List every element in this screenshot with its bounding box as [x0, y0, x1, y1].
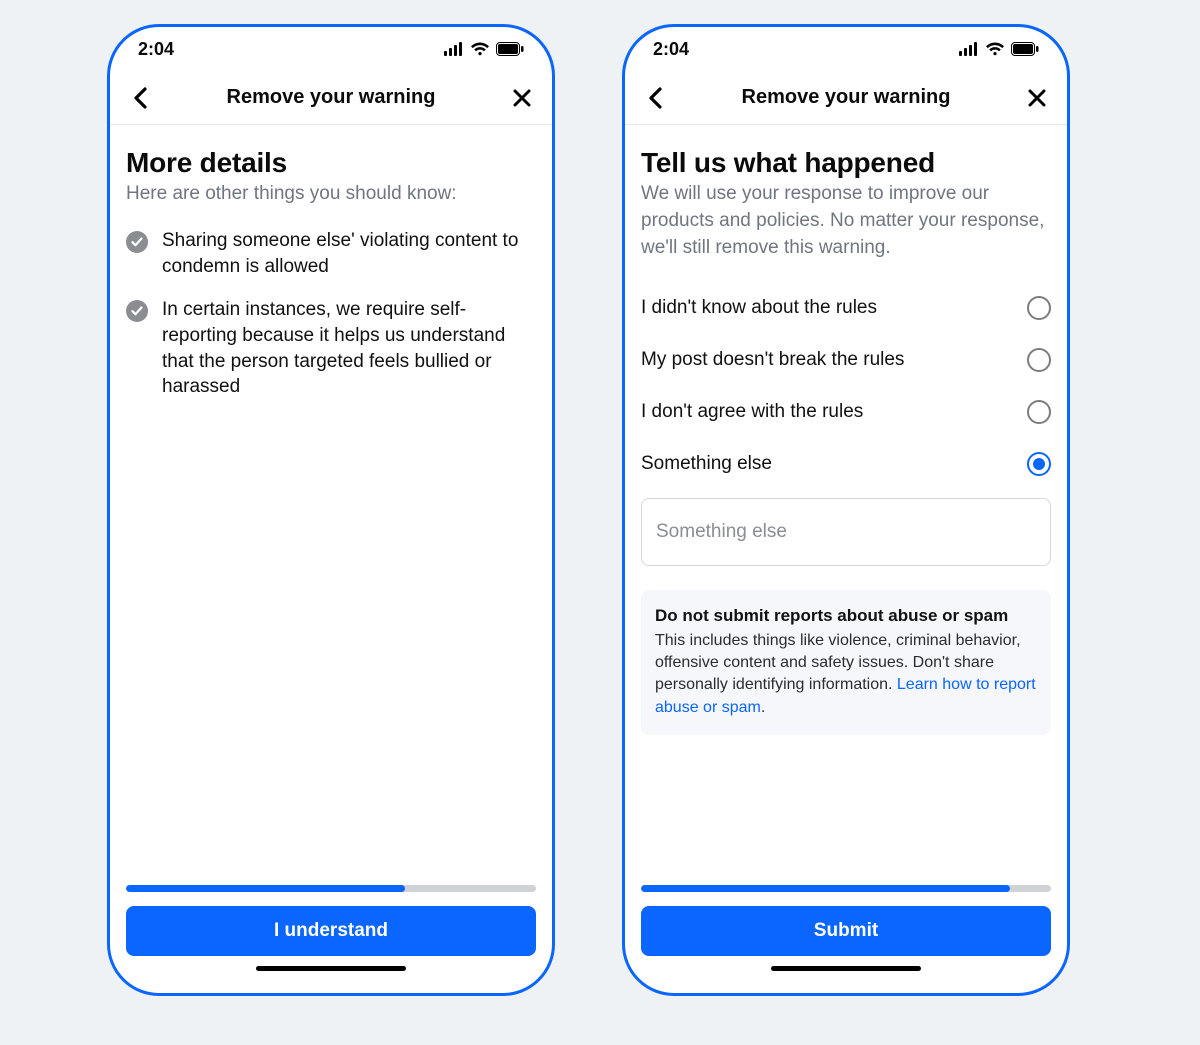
reason-option-label: I don't agree with the rules [641, 401, 863, 423]
wifi-icon [470, 42, 490, 56]
reason-option-label: My post doesn't break the rules [641, 349, 904, 371]
page-subtitle: We will use your response to improve our… [641, 181, 1051, 262]
detail-item: Sharing someone else' violating content … [126, 228, 536, 279]
footer: Submit [625, 885, 1067, 993]
chevron-left-icon [133, 87, 147, 109]
reason-option-label: Something else [641, 453, 772, 475]
battery-icon [1011, 42, 1039, 56]
status-bar: 2:04 [110, 27, 552, 71]
page-subtitle: Here are other things you should know: [126, 181, 536, 208]
notice-body-after: . [761, 699, 765, 716]
notice-title: Do not submit reports about abuse or spa… [655, 604, 1037, 628]
wifi-icon [985, 42, 1005, 56]
page-title: More details [126, 147, 536, 179]
status-bar: 2:04 [625, 27, 1067, 71]
reason-option[interactable]: I don't agree with the rules [641, 386, 1051, 438]
submit-button[interactable]: Submit [641, 906, 1051, 956]
close-icon [1028, 89, 1046, 107]
chevron-left-icon [648, 87, 662, 109]
nav-title: Remove your warning [227, 86, 436, 109]
status-icons [959, 42, 1039, 56]
back-button[interactable] [641, 84, 669, 112]
reason-option[interactable]: Something else [641, 438, 1051, 490]
cellular-icon [959, 42, 979, 56]
navigation-bar: Remove your warning [110, 71, 552, 125]
radio-indicator[interactable] [1027, 452, 1051, 476]
reason-option-label: I didn't know about the rules [641, 297, 877, 319]
detail-item: In certain instances, we require self-re… [126, 297, 536, 400]
detail-text: Sharing someone else' violating content … [162, 228, 536, 279]
close-button[interactable] [508, 84, 536, 112]
detail-text: In certain instances, we require self-re… [162, 297, 536, 400]
progress-bar [641, 885, 1051, 892]
abuse-spam-notice: Do not submit reports about abuse or spa… [641, 590, 1051, 735]
reason-option[interactable]: My post doesn't break the rules [641, 334, 1051, 386]
check-icon [126, 231, 148, 253]
status-time: 2:04 [138, 39, 174, 60]
content-area: More details Here are other things you s… [110, 125, 552, 885]
close-icon [513, 89, 531, 107]
understand-button[interactable]: I understand [126, 906, 536, 956]
cellular-icon [444, 42, 464, 56]
something-else-input[interactable] [641, 498, 1051, 566]
radio-indicator[interactable] [1027, 400, 1051, 424]
status-icons [444, 42, 524, 56]
reason-option[interactable]: I didn't know about the rules [641, 282, 1051, 334]
status-time: 2:04 [653, 39, 689, 60]
navigation-bar: Remove your warning [625, 71, 1067, 125]
back-button[interactable] [126, 84, 154, 112]
radio-indicator[interactable] [1027, 348, 1051, 372]
home-indicator[interactable] [771, 966, 921, 971]
radio-indicator[interactable] [1027, 296, 1051, 320]
progress-bar [126, 885, 536, 892]
battery-icon [496, 42, 524, 56]
phone-screen-more-details: 2:04 Remove your warning More details He… [107, 24, 555, 996]
progress-fill [126, 885, 405, 892]
home-indicator[interactable] [256, 966, 406, 971]
content-area: Tell us what happened We will use your r… [625, 125, 1067, 885]
check-icon [126, 300, 148, 322]
nav-title: Remove your warning [742, 86, 951, 109]
close-button[interactable] [1023, 84, 1051, 112]
reason-radio-group: I didn't know about the rules My post doe… [641, 282, 1051, 490]
footer: I understand [110, 885, 552, 993]
phone-screen-tell-us: 2:04 Remove your warning Tell us what ha… [622, 24, 1070, 996]
progress-fill [641, 885, 1010, 892]
page-title: Tell us what happened [641, 147, 1051, 179]
